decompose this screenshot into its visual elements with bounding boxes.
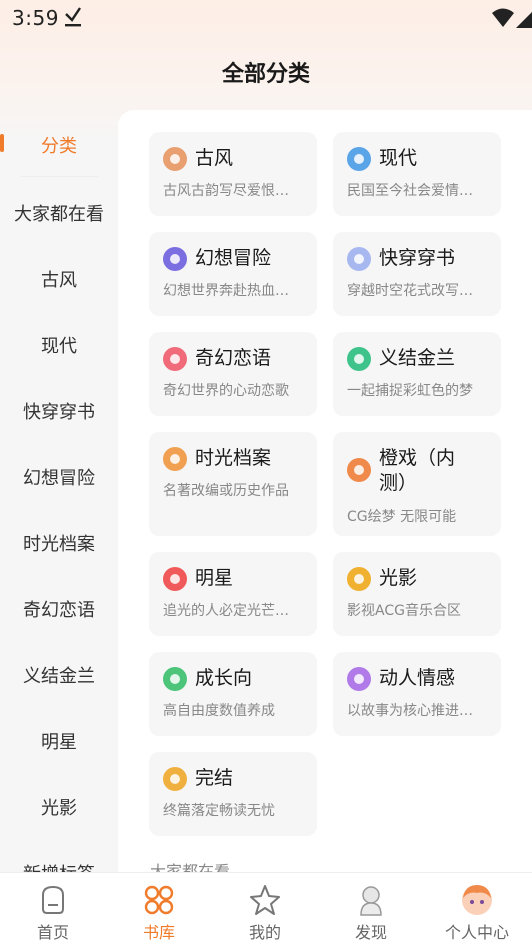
sidebar-item-fantasy-adventure[interactable]: 幻想冒险 [0, 464, 118, 490]
card-desc: CG绘梦 无限可能 [347, 509, 457, 525]
card-title: 幻想冒险 [195, 247, 272, 269]
book-icon [347, 247, 371, 271]
nav-label: 发现 [354, 923, 387, 942]
card-desc: 古风古韵写尽爱恨… [163, 183, 289, 199]
hourglass-icon [163, 447, 187, 471]
emotion-icon [347, 667, 371, 691]
sidebar-item-fantasy-romance[interactable]: 奇幻恋语 [0, 596, 118, 622]
category-card-emotional[interactable]: 动人情感 以故事为核心推进… [333, 652, 501, 736]
stack-icon [163, 767, 187, 791]
city-icon [347, 147, 371, 171]
sidebar-item-light-shadow[interactable]: 光影 [0, 794, 118, 820]
card-desc: 高自由度数值养成 [163, 703, 275, 719]
card-title: 成长向 [195, 667, 253, 689]
category-panel: 古风 古风古韵写尽爱恨… 现代 民国至今社会爱情… 幻想冒险 幻想世界奔赴热血…… [118, 110, 532, 872]
category-card-transmigration[interactable]: 快穿穿书 穿越时空花式改写… [333, 232, 501, 316]
home-icon [42, 885, 64, 914]
card-title: 明星 [195, 567, 234, 589]
category-sidebar: 分类 大家都在看 古风 现代 快穿穿书 幻想冒险 时光档案 奇幻恋语 义结金兰 … [0, 110, 118, 872]
nav-discover[interactable]: 发现 [318, 883, 424, 943]
sidebar-item-category[interactable]: 分类 [0, 132, 118, 158]
nav-label: 个人中心 [444, 923, 509, 942]
category-card-brotherhood[interactable]: 义结金兰 一起捕捉彩虹色的梦 [333, 332, 501, 416]
nav-home[interactable]: 首页 [0, 883, 106, 943]
film-icon [347, 567, 371, 591]
card-title: 快穿穿书 [379, 247, 456, 269]
status-bar: 3:59 [0, 0, 532, 36]
card-title: 光影 [379, 567, 418, 589]
category-card-time-archive[interactable]: 时光档案 名著改编或历史作品 [149, 432, 317, 536]
category-card-growth[interactable]: 成长向 高自由度数值养成 [149, 652, 317, 736]
star-icon [250, 885, 280, 915]
library-icon [144, 885, 174, 915]
card-desc: 以故事为核心推进… [347, 703, 473, 719]
avatar-icon [462, 885, 492, 915]
sidebar-item-popular[interactable]: 大家都在看 [0, 200, 118, 226]
card-desc: 名著改编或历史作品 [163, 483, 289, 499]
sidebar-divider [20, 176, 98, 177]
friendship-icon [347, 347, 371, 371]
nav-profile[interactable]: 个人中心 [424, 883, 530, 943]
card-title: 奇幻恋语 [195, 347, 272, 369]
fan-icon [163, 147, 187, 171]
status-time: 3:59 [12, 6, 59, 30]
nav-label: 我的 [248, 923, 281, 942]
category-card-completed[interactable]: 完结 终篇落定畅读无忧 [149, 752, 317, 836]
card-desc: 影视ACG音乐合区 [347, 603, 461, 619]
category-card-fantasy-romance[interactable]: 奇幻恋语 奇幻世界的心动恋歌 [149, 332, 317, 416]
card-title: 动人情感 [379, 667, 456, 689]
planet-icon [163, 247, 187, 271]
sidebar-item-transmigration[interactable]: 快穿穿书 [0, 398, 118, 424]
card-desc: 幻想世界奔赴热血… [163, 283, 289, 299]
theater-icon [347, 458, 371, 482]
sidebar-item-brotherhood[interactable]: 义结金兰 [0, 662, 118, 688]
card-desc: 民国至今社会爱情… [347, 183, 473, 199]
sidebar-item-new-tags[interactable]: 新增标签 [0, 860, 118, 872]
page-title: 全部分类 [221, 62, 310, 87]
category-card-celebrity[interactable]: 明星 追光的人必定光芒… [149, 552, 317, 636]
card-desc: 奇幻世界的心动恋歌 [163, 383, 289, 399]
nav-label: 首页 [36, 923, 69, 942]
card-title: 时光档案 [195, 447, 272, 469]
card-desc: 追光的人必定光芒… [163, 603, 289, 619]
heart-icon [163, 347, 187, 371]
card-title: 古风 [195, 147, 234, 169]
nav-label: 书库 [142, 923, 175, 942]
card-title: 完结 [195, 767, 234, 789]
card-title: 橙戏（内测） [379, 447, 456, 494]
card-desc: 一起捕捉彩虹色的梦 [347, 383, 473, 399]
signal-icon [516, 12, 532, 28]
star-person-icon [163, 567, 187, 591]
sidebar-item-ancient[interactable]: 古风 [0, 266, 118, 292]
wifi-icon [492, 8, 514, 27]
category-card-orange-theater[interactable]: 橙戏（内测） CG绘梦 无限可能 [333, 432, 501, 536]
card-desc: 穿越时空花式改写… [347, 283, 473, 299]
section-label-popular: 大家都在看 [150, 862, 231, 872]
nav-library[interactable]: 书库 [106, 883, 212, 943]
sidebar-item-time-archive[interactable]: 时光档案 [0, 530, 118, 556]
sidebar-item-celebrity[interactable]: 明星 [0, 728, 118, 754]
bottom-nav: 首页 书库 我的 发现 个人中心 [0, 872, 532, 946]
card-title: 义结金兰 [379, 347, 456, 369]
nav-mine[interactable]: 我的 [212, 883, 318, 943]
category-card-fantasy-adventure[interactable]: 幻想冒险 幻想世界奔赴热血… [149, 232, 317, 316]
sidebar-item-modern[interactable]: 现代 [0, 332, 118, 358]
download-check-icon [65, 7, 81, 27]
category-card-light-shadow[interactable]: 光影 影视ACG音乐合区 [333, 552, 501, 636]
card-title: 现代 [379, 147, 418, 169]
category-card-modern[interactable]: 现代 民国至今社会爱情… [333, 132, 501, 216]
category-card-ancient[interactable]: 古风 古风古韵写尽爱恨… [149, 132, 317, 216]
discover-icon [360, 886, 382, 916]
sprout-icon [163, 667, 187, 691]
card-desc: 终篇落定畅读无忧 [163, 803, 275, 819]
